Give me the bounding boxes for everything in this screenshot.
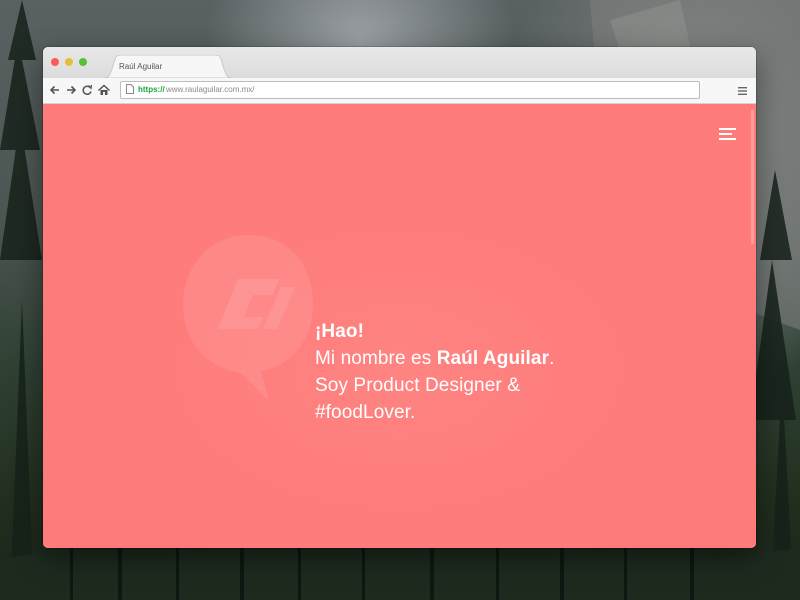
address-bar[interactable]: https:// www.raulaguilar.com.mx/ [120,81,700,99]
hero-hashtag-line: #foodLover. [315,402,416,423]
browser-window: Raúl Aguilar https:// www.raulaguilar.co… [43,47,756,548]
back-button[interactable] [48,83,62,97]
greeting-text: ¡Hao! [315,321,365,342]
page-icon [126,84,134,94]
hero-intro: ¡Hao! Mi nombre es Raúl Aguilar. Soy Pro… [315,318,554,426]
reload-button[interactable] [80,83,94,97]
browser-tab[interactable]: Raúl Aguilar [103,55,233,78]
forward-button[interactable] [64,83,78,97]
url-text: www.raulaguilar.com.mx/ [166,85,255,94]
browser-toolbar: https:// www.raulaguilar.com.mx/ [43,78,756,104]
name-suffix: . [549,348,555,369]
home-button[interactable] [97,83,111,97]
reload-icon [82,84,93,95]
hero-name: Raúl Aguilar [436,348,550,369]
home-icon [98,84,110,95]
hero-role-line: Soy Product Designer & [315,375,520,396]
hamburger-menu-icon [719,128,736,140]
page-content: ¡Hao! Mi nombre es Raúl Aguilar. Soy Pro… [43,104,756,548]
arrow-right-icon [67,85,77,95]
arrow-left-icon [49,85,59,95]
hero-greeting: ¡Hao! [315,318,554,345]
minimize-window-button[interactable] [65,58,73,66]
browser-menu-button[interactable] [737,84,748,96]
tab-title: Raúl Aguilar [119,62,163,71]
menu-icon [738,87,747,95]
maximize-window-button[interactable] [79,58,87,66]
ra-speech-bubble-logo [183,235,313,401]
hero-name-line: Mi nombre es Raúl Aguilar. [315,345,554,372]
close-window-button[interactable] [51,58,59,66]
site-nav-button[interactable] [719,127,737,141]
name-prefix: Mi nombre es [315,348,437,369]
page-scrollbar[interactable] [751,109,754,244]
url-scheme: https:// [138,85,165,94]
tab-bar: Raúl Aguilar [43,47,756,78]
